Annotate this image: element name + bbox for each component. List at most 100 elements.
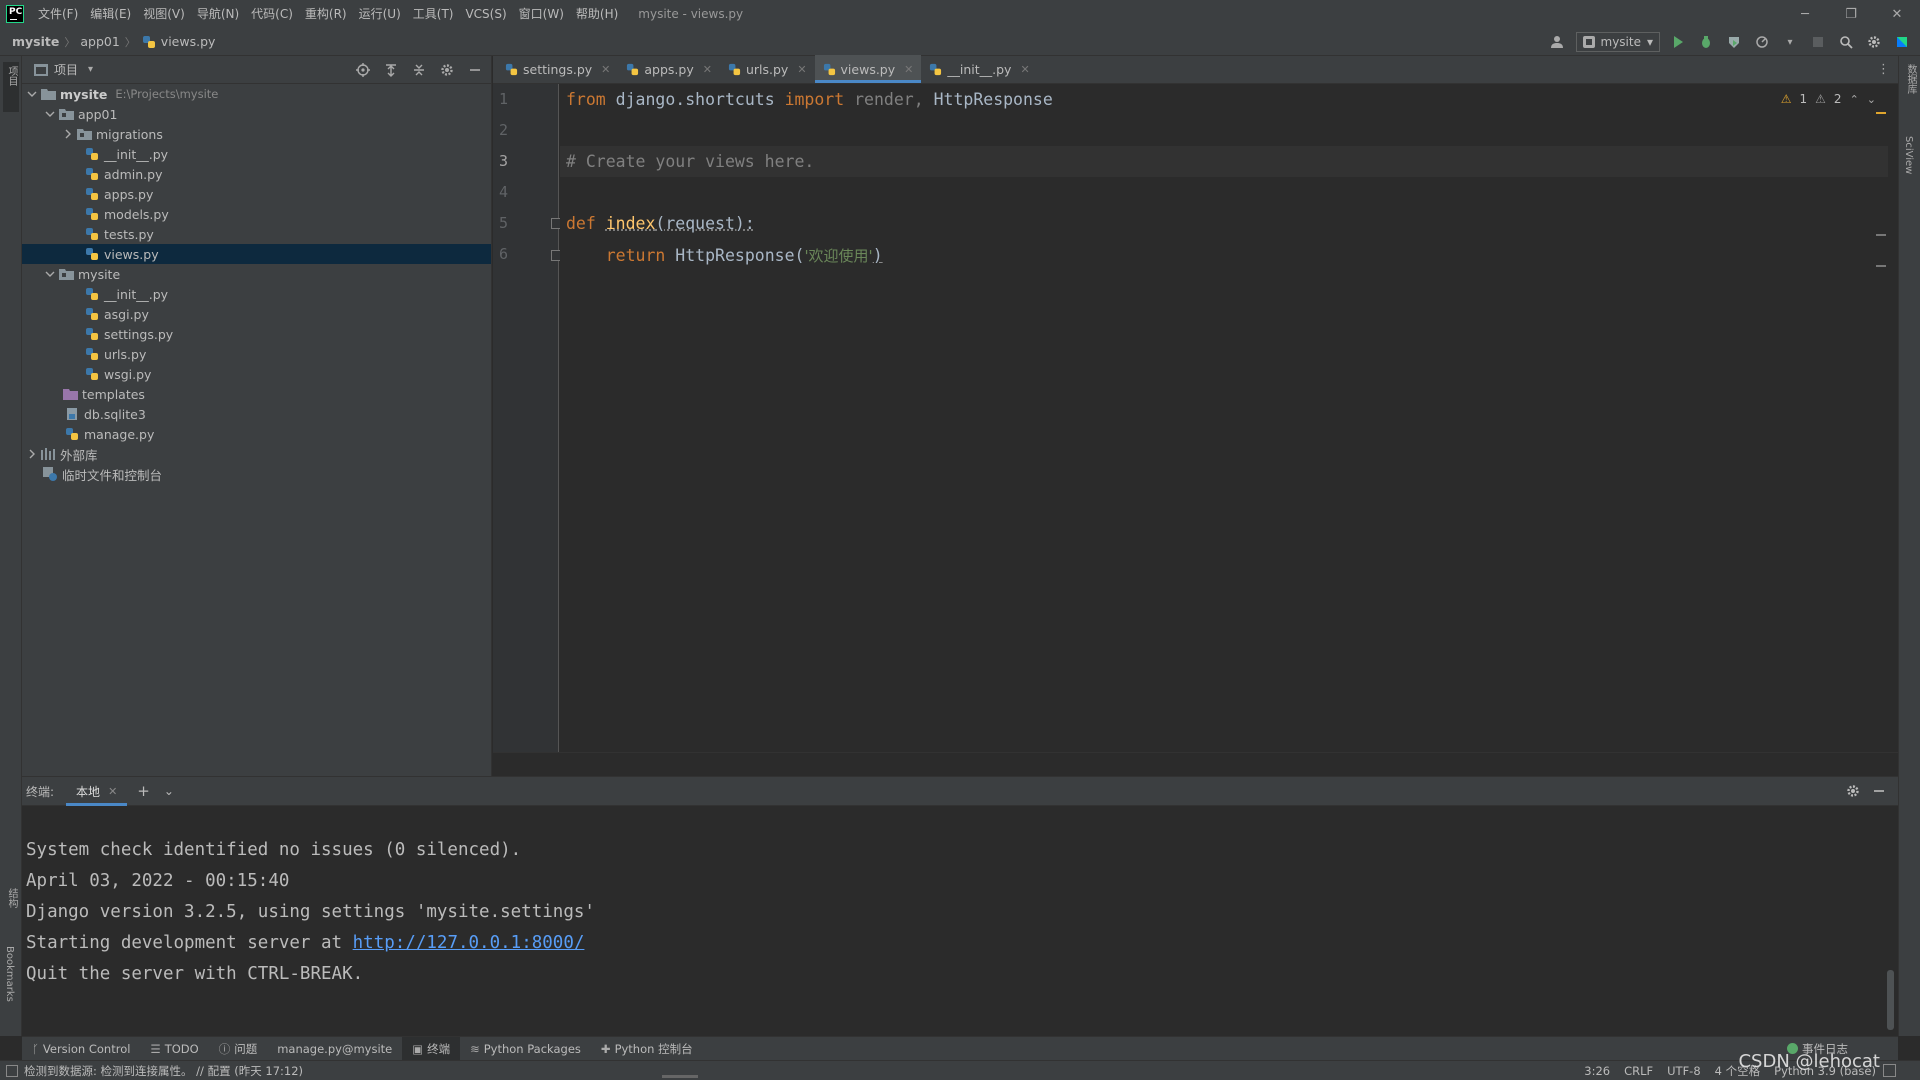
menu-file[interactable]: 文件(F) — [32, 0, 84, 28]
bookmarks-tool-label[interactable]: Bookmarks — [4, 946, 15, 1002]
hide-panel-icon[interactable] — [465, 60, 485, 80]
user-icon[interactable] — [1548, 32, 1568, 52]
tree-item-file-selected[interactable]: views.py — [22, 244, 491, 264]
tree-item-app01[interactable]: app01 — [22, 104, 491, 124]
tree-item-scratches[interactable]: 临时文件和控制台 — [22, 464, 491, 484]
breadcrumb-file[interactable]: views.py — [161, 34, 216, 49]
tree-item-file[interactable]: tests.py — [22, 224, 491, 244]
search-icon[interactable] — [1836, 32, 1856, 52]
tree-item-external-libraries[interactable]: 外部库 — [22, 444, 491, 464]
stop-icon[interactable] — [1808, 32, 1828, 52]
chevron-down-icon[interactable]: ⌄ — [164, 784, 174, 798]
line-separator[interactable]: CRLF — [1624, 1064, 1653, 1078]
structure-tool-label[interactable]: 结构 — [4, 888, 19, 908]
close-icon[interactable]: ✕ — [1020, 63, 1029, 76]
tab-apps-py[interactable]: apps.py ✕ — [618, 55, 720, 83]
tab-views-py[interactable]: views.py ✕ — [814, 55, 922, 83]
debug-icon[interactable] — [1696, 32, 1716, 52]
tree-item-file[interactable]: manage.py — [22, 424, 491, 444]
tree-item-templates[interactable]: templates — [22, 384, 491, 404]
tab-actions-menu-icon[interactable]: ⋮ — [1877, 62, 1890, 77]
toolwindow-version-control[interactable]: ᚴ Version Control — [22, 1037, 140, 1061]
lock-icon[interactable] — [1883, 1064, 1896, 1077]
chevron-down-icon[interactable] — [24, 84, 40, 104]
tree-item-file[interactable]: models.py — [22, 204, 491, 224]
breadcrumb-project[interactable]: mysite — [12, 34, 59, 49]
weak-warning-marker[interactable] — [1876, 265, 1886, 267]
toolwindow-python-packages[interactable]: ≋ Python Packages — [460, 1037, 591, 1061]
code-editor[interactable]: from django.shortcuts import render, Htt… — [560, 84, 1890, 752]
terminal-tab-local[interactable]: 本地 ✕ — [66, 776, 128, 806]
menu-code[interactable]: 代码(C) — [245, 0, 299, 28]
tree-item-file[interactable]: admin.py — [22, 164, 491, 184]
jetbrains-toolbox-icon[interactable] — [1892, 32, 1912, 52]
warning-marker[interactable] — [1876, 112, 1886, 114]
toolwindow-todo[interactable]: ☰ TODO — [140, 1037, 208, 1061]
tree-item-file[interactable]: settings.py — [22, 324, 491, 344]
breadcrumb-folder[interactable]: app01 — [80, 34, 119, 49]
menu-refactor[interactable]: 重构(R) — [299, 0, 353, 28]
run-icon[interactable] — [1668, 32, 1688, 52]
menu-navigate[interactable]: 导航(N) — [191, 0, 245, 28]
toolwindow-manage-py[interactable]: manage.py@mysite — [267, 1037, 402, 1061]
toolwindow-problems[interactable]: ⓘ 问题 — [209, 1037, 268, 1061]
tree-item-file[interactable]: apps.py — [22, 184, 491, 204]
tree-item-mysite-package[interactable]: mysite — [22, 264, 491, 284]
menu-view[interactable]: 视图(V) — [137, 0, 191, 28]
tree-item-migrations[interactable]: migrations — [22, 124, 491, 144]
more-run-chevron-icon[interactable]: ▾ — [1780, 32, 1800, 52]
close-button[interactable]: ✕ — [1874, 0, 1920, 28]
coverage-icon[interactable] — [1724, 32, 1744, 52]
chevron-down-icon[interactable] — [42, 104, 58, 124]
expand-all-icon[interactable] — [381, 60, 401, 80]
caret-position[interactable]: 3:26 — [1584, 1064, 1610, 1078]
sciview-tool-label[interactable]: SciView — [1903, 136, 1914, 174]
chevron-right-icon[interactable] — [60, 124, 76, 144]
locate-file-icon[interactable] — [353, 60, 373, 80]
inspection-widget[interactable]: ⚠ 1 ⚠ 2 ⌃ ⌄ — [1781, 92, 1876, 106]
chevron-right-icon[interactable] — [24, 444, 40, 464]
restore-button[interactable]: ❐ — [1828, 0, 1874, 28]
project-tool-label[interactable]: 项目 — [4, 66, 19, 86]
toolwindow-terminal[interactable]: ▣ 终端 — [402, 1036, 461, 1061]
tree-item-file[interactable]: asgi.py — [22, 304, 491, 324]
tree-item-file[interactable]: __init__.py — [22, 144, 491, 164]
run-configuration-select[interactable]: mysite ▾ — [1575, 32, 1660, 52]
close-icon[interactable]: ✕ — [108, 785, 117, 798]
tree-item-file[interactable]: urls.py — [22, 344, 491, 364]
menu-help[interactable]: 帮助(H) — [570, 0, 624, 28]
terminal-output[interactable]: System check identified no issues (0 sil… — [22, 806, 1898, 1036]
chevron-up-icon[interactable]: ⌃ — [1850, 93, 1859, 106]
menu-edit[interactable]: 编辑(E) — [84, 0, 137, 28]
close-icon[interactable]: ✕ — [703, 63, 712, 76]
hide-panel-icon[interactable] — [1872, 784, 1886, 798]
chevron-down-icon[interactable]: ⌄ — [1867, 93, 1876, 106]
terminal-scrollbar[interactable] — [1887, 970, 1894, 1030]
tree-item-file[interactable]: __init__.py — [22, 284, 491, 304]
tree-item-file[interactable]: db.sqlite3 — [22, 404, 491, 424]
tree-item-mysite-root[interactable]: mysite E:\Projects\mysite — [22, 84, 491, 104]
status-message[interactable]: 检测到数据源: 检测到连接属性。 // 配置 (昨天 17:12) — [24, 1063, 303, 1079]
gear-icon[interactable] — [1864, 32, 1884, 52]
menu-window[interactable]: 窗口(W) — [513, 0, 570, 28]
minimize-button[interactable]: ─ — [1782, 0, 1828, 28]
tab-urls-py[interactable]: urls.py ✕ — [720, 55, 815, 83]
project-view-selector[interactable]: 项目 ▾ — [34, 61, 93, 78]
tree-item-file[interactable]: wsgi.py — [22, 364, 491, 384]
toolwindow-python-console[interactable]: ✚ Python 控制台 — [591, 1037, 703, 1061]
chevron-down-icon[interactable] — [42, 264, 58, 284]
layout-toggle-icon[interactable] — [6, 1064, 18, 1077]
menu-vcs[interactable]: VCS(S) — [459, 0, 512, 28]
gear-icon[interactable] — [437, 60, 457, 80]
add-terminal-icon[interactable]: + — [137, 782, 150, 800]
database-tool-label[interactable]: 数据库 — [1903, 64, 1918, 94]
server-url-link[interactable]: http://127.0.0.1:8000/ — [353, 933, 585, 953]
tab-settings-py[interactable]: settings.py ✕ — [497, 55, 618, 83]
tab-init-py[interactable]: __init__.py ✕ — [921, 55, 1037, 83]
file-encoding[interactable]: UTF-8 — [1667, 1064, 1701, 1078]
gear-icon[interactable] — [1846, 784, 1860, 798]
close-icon[interactable]: ✕ — [904, 63, 913, 76]
close-icon[interactable]: ✕ — [797, 63, 806, 76]
menu-tools[interactable]: 工具(T) — [407, 0, 460, 28]
weak-warning-marker[interactable] — [1876, 234, 1886, 236]
